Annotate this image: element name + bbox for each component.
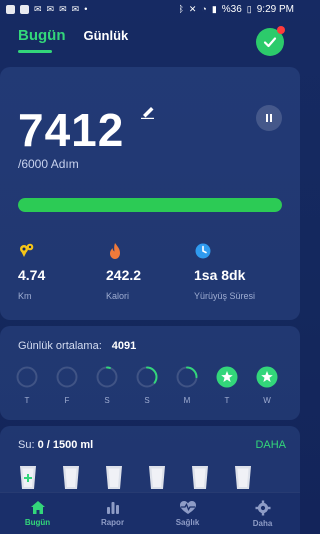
daily-average-label: Günlük ortalama: <box>18 340 102 352</box>
distance-label: Km <box>18 291 32 301</box>
weekday-label: S <box>104 396 110 405</box>
weekday-6: W <box>256 366 278 405</box>
nav-label: Sağlık <box>175 518 200 527</box>
location-pin-icon <box>20 243 34 257</box>
weekday-5: T <box>216 366 238 405</box>
nav-label: Daha <box>252 518 273 528</box>
bluetooth-icon: ᛒ <box>178 4 184 14</box>
stat-distance: 4.74 Km <box>18 242 106 301</box>
clock-time: 9:29 PM <box>256 3 294 15</box>
water-more-link[interactable]: DAHA <box>255 439 286 451</box>
stat-walking-time: 1sa 8dk Yürüyüş Süresi <box>194 242 282 301</box>
progress-ring <box>176 366 198 388</box>
calories-label: Kalori <box>106 291 130 301</box>
star-badge-icon <box>256 366 278 388</box>
nav-label: Bugün <box>24 518 51 527</box>
bar-chart-icon <box>106 502 119 514</box>
weekday-1: F <box>56 366 78 405</box>
water-glass-icon[interactable] <box>190 464 210 490</box>
weekday-4: M <box>176 366 198 405</box>
step-progress-fill <box>18 198 282 212</box>
progress-ring <box>136 366 158 388</box>
goal-check-button[interactable] <box>256 26 285 56</box>
water-label: Su: <box>18 439 35 451</box>
bottom-navigation: Bugün Rapor Sağlık Daha <box>0 492 300 534</box>
calories-value: 242.2 <box>106 267 142 283</box>
nav-label: Rapor <box>100 518 125 527</box>
tab-daily[interactable]: Günlük <box>83 27 128 43</box>
weekday-label: W <box>263 396 271 405</box>
star-badge-icon <box>216 366 238 388</box>
add-water-glass-button[interactable] <box>18 464 38 490</box>
home-icon <box>30 501 45 514</box>
more-dots-icon: • <box>84 4 88 14</box>
distance-value: 4.74 <box>18 267 46 283</box>
mail-icon: ✉ <box>46 3 55 14</box>
progress-ring <box>16 366 38 388</box>
tab-today-label: Bugün <box>18 27 66 44</box>
mute-icon: ✕ <box>188 3 197 14</box>
weekday-label: M <box>183 396 191 405</box>
battery-icon: ▯ <box>246 3 252 14</box>
pause-icon <box>266 114 272 122</box>
progress-ring <box>56 366 78 388</box>
progress-ring <box>96 366 118 388</box>
walking-time-value: 1sa 8dk <box>194 267 246 283</box>
nav-item-more[interactable]: Daha <box>233 500 293 528</box>
weekly-card[interactable]: Günlük ortalama: 4091 T F S S M T W <box>0 326 300 420</box>
tab-daily-label: Günlük <box>83 28 129 43</box>
notification-badge <box>277 26 285 34</box>
nav-item-today[interactable]: Bugün <box>8 500 68 527</box>
walking-time-label: Yürüyüş Süresi <box>194 291 256 301</box>
status-system: ᛒ ✕ ◔ ▮ %36 ▯ 9:29 PM <box>178 4 294 15</box>
clock-icon <box>195 243 211 259</box>
stat-calories: 242.2 Kalori <box>106 242 194 301</box>
weekday-3: S <box>136 366 158 405</box>
tab-active-indicator <box>18 50 52 53</box>
step-progress-bar <box>18 198 282 212</box>
step-count: 7412 <box>18 104 125 156</box>
gear-icon <box>255 500 270 515</box>
water-glass-icon[interactable] <box>233 464 253 490</box>
status-notifications: ✉ ✉ ✉ ✉ • <box>6 4 87 15</box>
weekday-0: T <box>16 366 38 405</box>
daily-average: Günlük ortalama: 4091 <box>18 340 136 352</box>
weekday-label: T <box>224 396 230 405</box>
weekday-2: S <box>96 366 118 405</box>
signal-icon: ▮ <box>211 3 217 14</box>
stats-row: 4.74 Km 242.2 Kalori 1sa 8dk Yürüyüş Sür… <box>18 242 288 301</box>
nav-item-health[interactable]: Sağlık <box>158 500 218 527</box>
heart-pulse-icon <box>179 501 196 514</box>
nav-item-report[interactable]: Rapor <box>83 500 143 527</box>
water-title: Su: 0 / 1500 ml <box>18 439 93 451</box>
weekday-progress-row: TFSSMTW <box>16 366 278 405</box>
weekday-label: F <box>64 396 70 405</box>
pause-button[interactable] <box>256 105 282 131</box>
notification-icon <box>6 4 15 14</box>
edit-pencil-icon[interactable] <box>140 105 156 119</box>
battery-percent: %36 <box>221 3 242 15</box>
step-goal: /6000 Adım <box>18 157 79 171</box>
mail-icon: ✉ <box>71 3 80 14</box>
top-tabs: Bugün Günlük <box>18 27 128 53</box>
water-glass-icon[interactable] <box>61 464 81 490</box>
weekday-label: S <box>144 396 150 405</box>
water-glass-icon[interactable] <box>147 464 167 490</box>
water-glasses-row <box>18 464 253 490</box>
water-glass-icon[interactable] <box>104 464 124 490</box>
weekday-label: T <box>24 396 30 405</box>
checkmark-icon <box>263 37 277 48</box>
notification-icon <box>20 4 29 14</box>
wifi-icon: ◔ <box>201 4 207 14</box>
tab-today[interactable]: Bugün <box>18 27 65 53</box>
mail-icon: ✉ <box>59 3 67 14</box>
flame-icon <box>110 243 120 259</box>
steps-card: 7412 /6000 Adım 4.74 Km 242.2 Kalori 1sa… <box>0 67 300 320</box>
status-bar: ✉ ✉ ✉ ✉ • ᛒ ✕ ◔ ▮ %36 ▯ 9:29 PM <box>0 0 300 18</box>
water-amount: 0 / 1500 ml <box>37 439 94 451</box>
daily-average-value: 4091 <box>111 340 137 352</box>
mail-icon: ✉ <box>34 3 42 14</box>
